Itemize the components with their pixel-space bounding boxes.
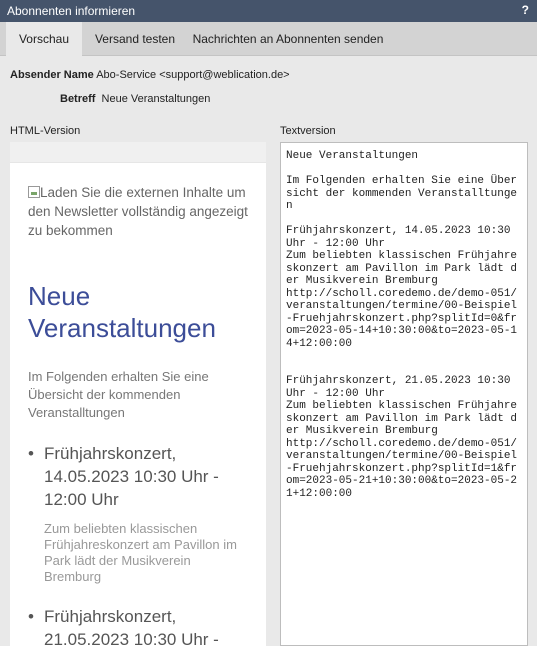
subject-row: Betreff Neue Veranstaltungen xyxy=(60,93,210,105)
tab-vorschau[interactable]: Vorschau xyxy=(6,22,82,56)
text-version-textarea[interactable]: Neue Veranstaltungen Im Folgenden erhalt… xyxy=(280,142,528,646)
event-list: • Frühjahrskonzert, 14.05.2023 10:30 Uhr… xyxy=(28,442,248,646)
subject-value: Neue Veranstaltungen xyxy=(101,93,211,105)
tab-versand-testen[interactable]: Versand testen xyxy=(90,22,180,56)
event-title: Frühjahrskonzert, 21.05.2023 10:30 Uhr -… xyxy=(44,607,219,646)
html-preview-pane[interactable]: Laden Sie die externen Inhalte um den Ne… xyxy=(10,142,266,646)
newsletter-intro: Im Folgenden erhalten Sie eine Übersicht… xyxy=(28,369,209,420)
list-item: • Frühjahrskonzert, 14.05.2023 10:30 Uhr… xyxy=(28,442,248,585)
html-version-label: HTML-Version xyxy=(10,125,81,137)
tab-bar: Vorschau Versand testen Nachrichten an A… xyxy=(0,22,537,56)
list-item: • Frühjahrskonzert, 21.05.2023 10:30 Uhr… xyxy=(28,605,248,646)
image-alt-text: Laden Sie die externen Inhalte um den Ne… xyxy=(28,185,248,238)
bullet-icon: • xyxy=(28,444,34,463)
event-title: Frühjahrskonzert, 14.05.2023 10:30 Uhr -… xyxy=(44,444,219,509)
tab-nachrichten-senden[interactable]: Nachrichten an Abonnenten senden xyxy=(190,22,386,56)
window-title: Abonnenten informieren xyxy=(7,4,136,18)
subject-label: Betreff xyxy=(60,93,96,105)
bullet-icon: • xyxy=(28,607,34,626)
help-icon[interactable]: ? xyxy=(522,3,529,17)
broken-image-icon xyxy=(28,186,40,198)
window-titlebar: Abonnenten informieren ? xyxy=(0,0,537,22)
sender-label: Absender Name xyxy=(10,69,94,81)
text-version-label: Textversion xyxy=(280,125,336,137)
newsletter-heading: Neue Veranstaltungen xyxy=(28,281,216,343)
sender-row: Absender Name Abo-Service <support@webli… xyxy=(10,69,290,81)
sender-value: Abo-Service <support@weblication.de> xyxy=(96,69,290,81)
event-description: Zum beliebten klassischen Frühjahreskonz… xyxy=(44,521,237,584)
external-image-placeholder: Laden Sie die externen Inhalte um den Ne… xyxy=(28,183,248,240)
text-version-content: Neue Veranstaltungen Im Folgenden erhalt… xyxy=(286,150,518,500)
preview-header-strip xyxy=(10,142,266,163)
